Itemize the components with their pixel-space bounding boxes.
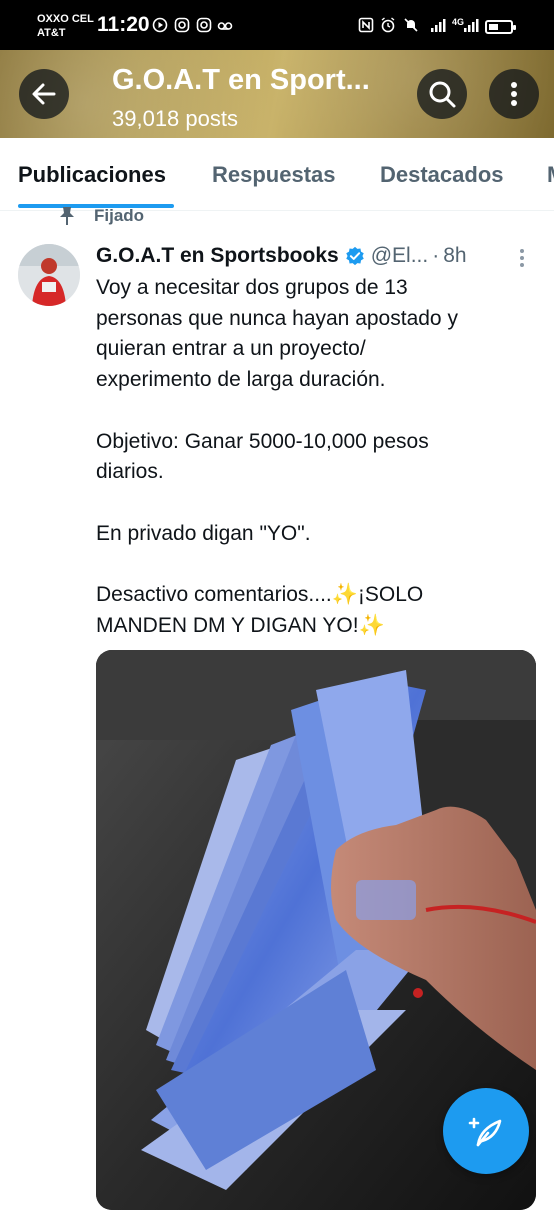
arrow-left-icon [32, 83, 56, 105]
alarm-icon [381, 17, 395, 33]
avatar-image [18, 244, 80, 306]
author-avatar[interactable] [18, 244, 80, 306]
battery-icon [485, 20, 516, 34]
verified-badge-icon [345, 246, 364, 266]
more-vertical-icon [511, 82, 517, 106]
instagram-notification-icon-2 [196, 17, 212, 33]
pinned-label: Fijado [94, 206, 145, 225]
instagram-notification-icon [174, 17, 190, 33]
nfc-icon [358, 17, 374, 33]
profile-title: G.O.A.T en Sport... [112, 64, 370, 96]
tweet-line: Voy a necesitar dos grupos de 13 [96, 276, 408, 299]
compose-feather-icon [468, 1117, 502, 1147]
more-options-button[interactable] [489, 69, 539, 119]
back-button[interactable] [19, 69, 69, 119]
signal-icon-2 [464, 19, 479, 32]
more-horizontal-icon[interactable] [519, 248, 525, 268]
tweet-line: Objetivo: Ganar 5000-10,000 pesos [96, 429, 429, 453]
tab-publicaciones[interactable]: Publicaciones [18, 162, 166, 188]
mute-bell-icon [404, 18, 418, 32]
profile-tabs: Publicaciones Respuestas Destacados M [0, 138, 554, 211]
play-notification-icon [152, 17, 168, 33]
profile-header: G.O.A.T en Sport... 39,018 posts [0, 50, 554, 138]
search-button[interactable] [417, 69, 467, 119]
tweet-line: personas que nunca hayan apostado y [96, 306, 458, 330]
tweet-line: Desactivo comentarios....✨¡SOLO [96, 582, 424, 606]
clock: 11:20 [97, 13, 150, 36]
tab-respuestas[interactable]: Respuestas [212, 162, 336, 188]
tweet-time[interactable]: 8h [443, 244, 466, 268]
tweet-line: En privado digan "YO". [96, 521, 311, 545]
tweet-line: quieran entrar a un proyecto/ [96, 337, 366, 361]
tab-overflow-edge[interactable]: M [547, 162, 554, 188]
separator-dot: · [432, 244, 440, 267]
carrier-label: OXXO CEL AT&T [37, 13, 94, 39]
voicemail-icon [217, 22, 233, 30]
signal-icon [431, 19, 446, 32]
tweet-line: diarios. [96, 460, 164, 484]
author-name[interactable]: G.O.A.T en Sportsbooks [96, 244, 339, 268]
search-icon [429, 81, 456, 108]
post-count: 39,018 posts [112, 106, 238, 131]
tweet-header: G.O.A.T en Sportsbooks @El... · 8h [96, 242, 467, 270]
author-handle[interactable]: @El... [371, 244, 429, 268]
tweet-line: experimento de larga duración. [96, 368, 386, 392]
tab-destacados[interactable]: Destacados [380, 162, 504, 188]
pin-icon [60, 207, 74, 225]
tweet-line: MANDEN DM Y DIGAN YO!✨ [96, 613, 385, 637]
tweet-body: Voy a necesitar dos grupos de 13 persona… [96, 273, 536, 641]
status-bar: OXXO CEL AT&T 11:20 4G [0, 0, 554, 50]
compose-button[interactable] [443, 1088, 529, 1174]
pinned-indicator: Fijado [58, 204, 144, 228]
